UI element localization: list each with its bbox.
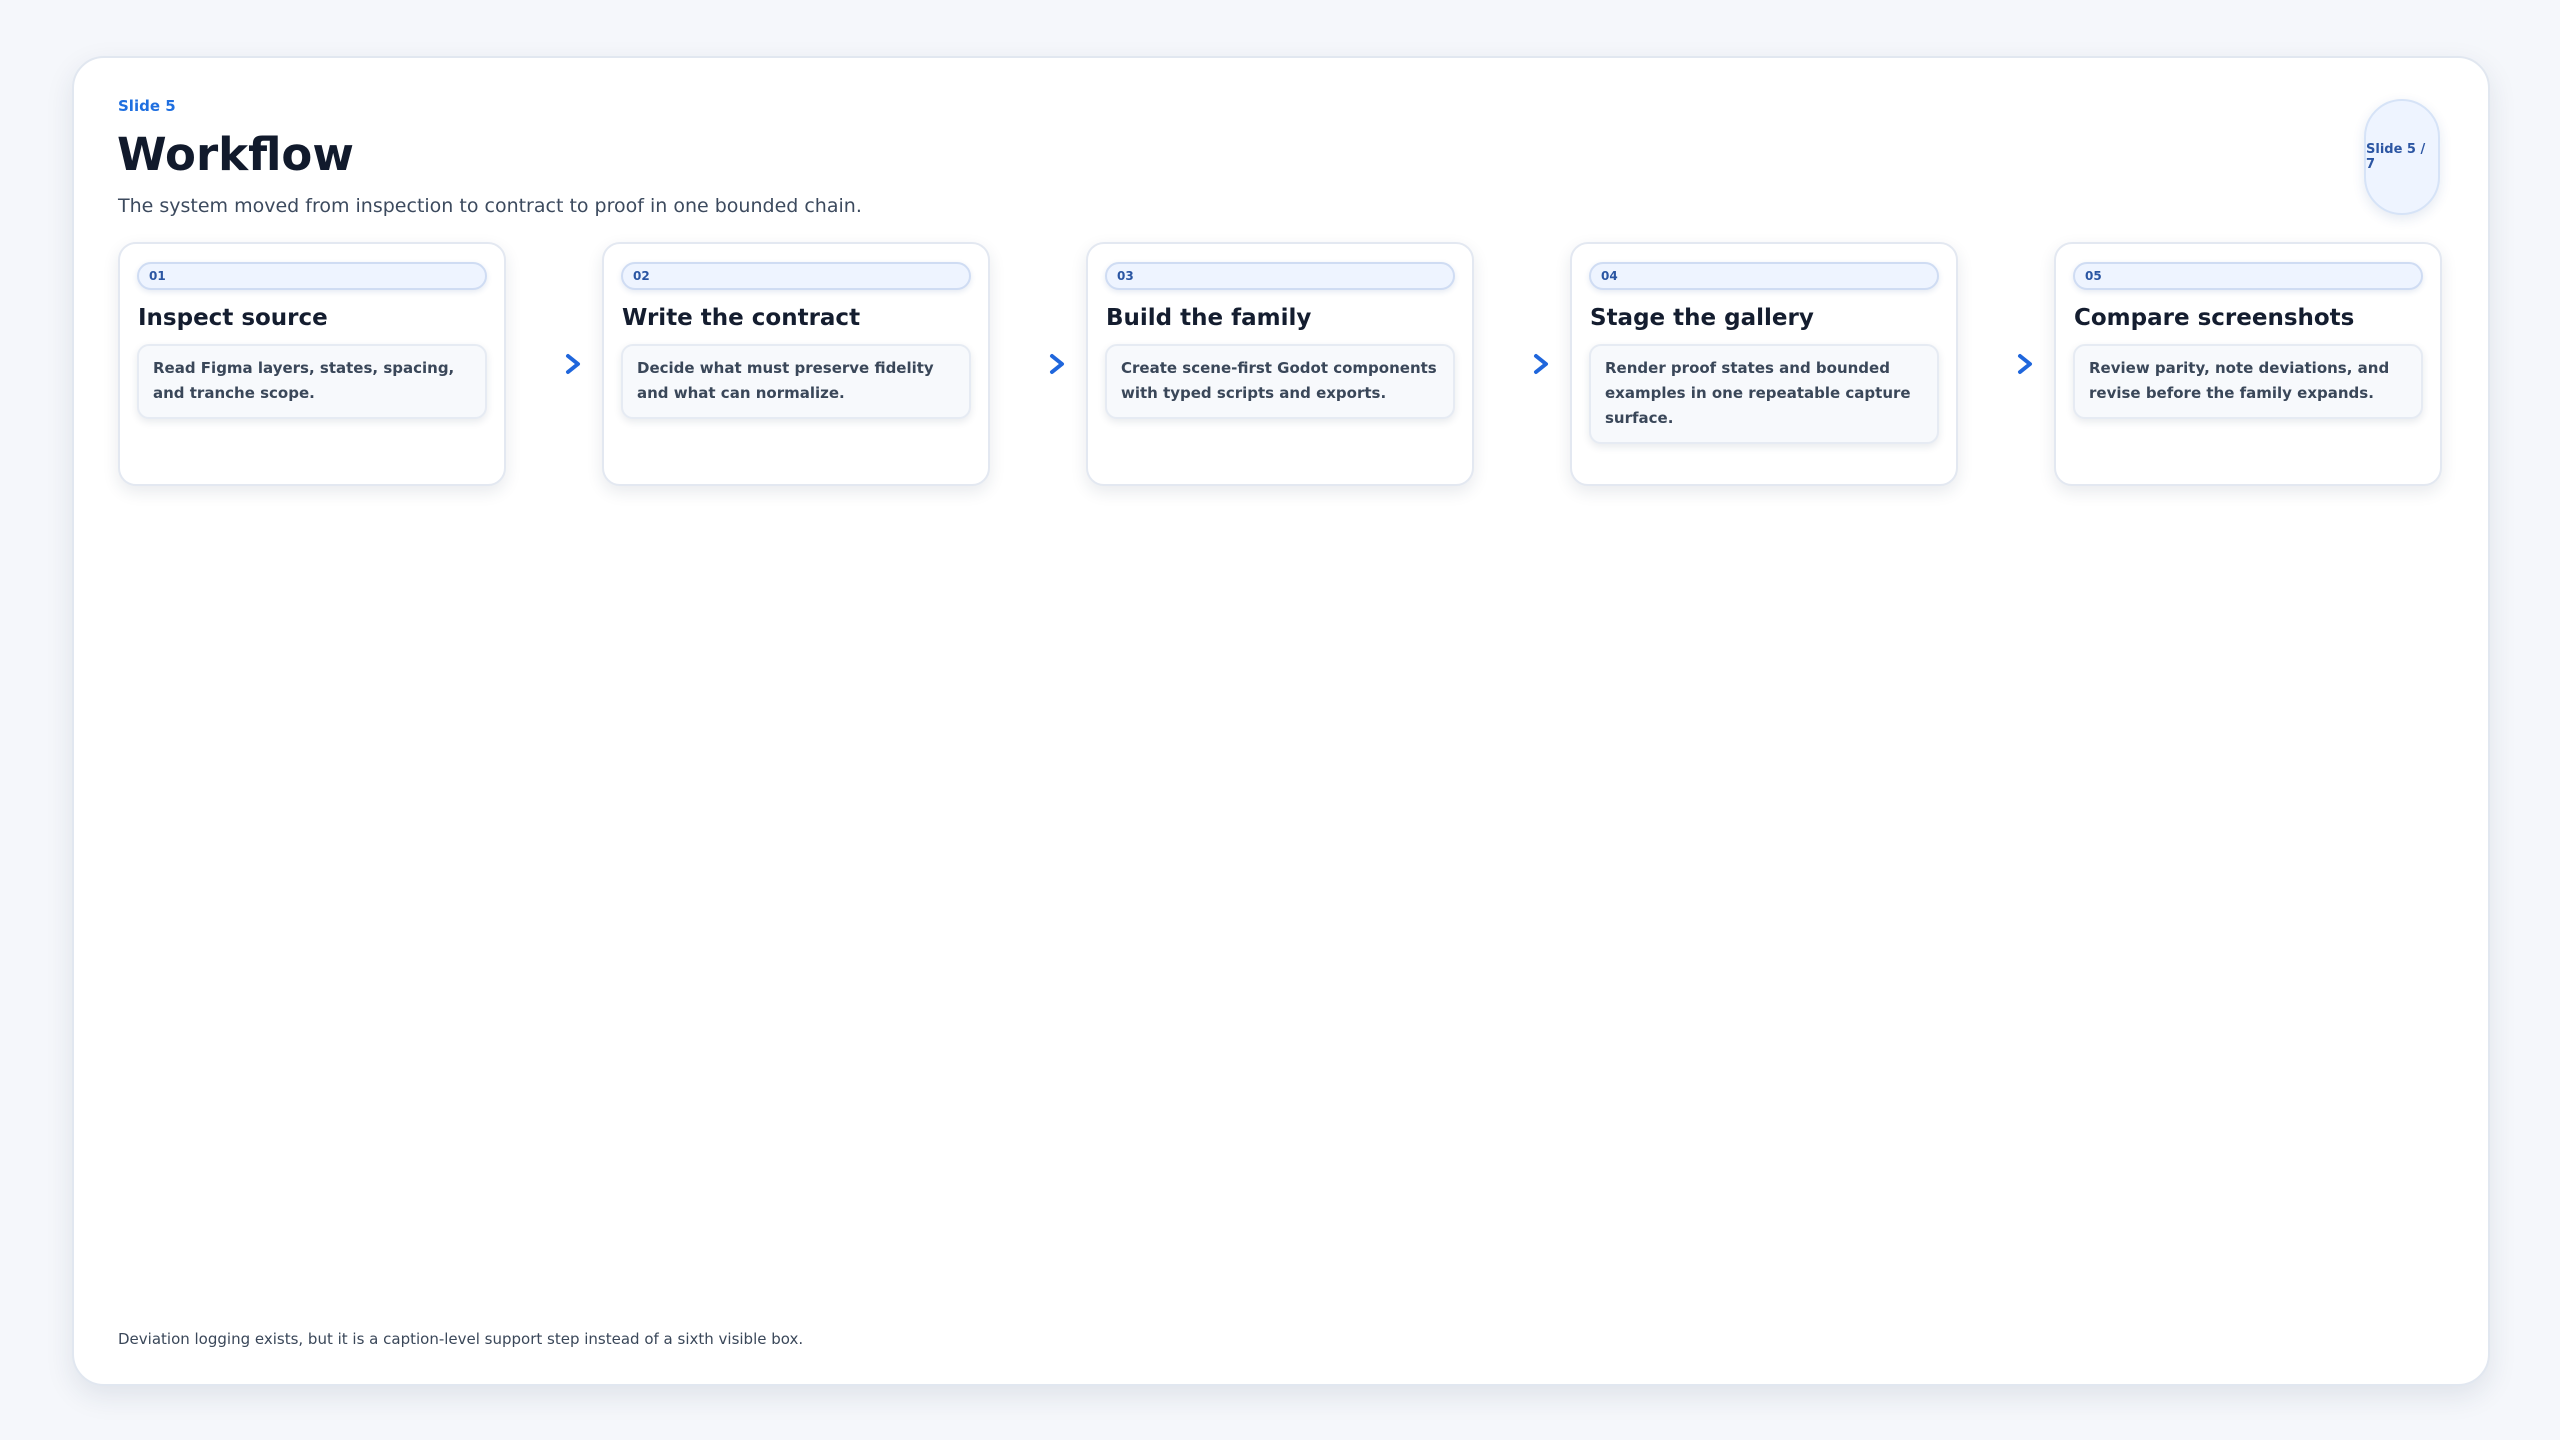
step-number-badge: 01 <box>137 262 487 290</box>
step-number-badge: 05 <box>2073 262 2423 290</box>
workflow-step-card: 04 Stage the gallery Render proof states… <box>1570 242 1958 486</box>
slide-title: Workflow <box>117 128 354 181</box>
step-title: Build the family <box>1106 305 1312 331</box>
arrow-right-icon <box>1008 354 1064 374</box>
workflow-step-card: 02 Write the contract Decide what must p… <box>602 242 990 486</box>
step-description: Review parity, note deviations, and revi… <box>2073 344 2423 419</box>
arrow-right-icon <box>524 354 580 374</box>
workflow-step-card: 05 Compare screenshots Review parity, no… <box>2054 242 2442 486</box>
workflow-step-card: 03 Build the family Create scene-first G… <box>1086 242 1474 486</box>
step-title: Inspect source <box>138 305 328 331</box>
slide-footnote: Deviation logging exists, but it is a ca… <box>118 1330 804 1348</box>
step-number-badge: 02 <box>621 262 971 290</box>
arrow-right-icon <box>1976 354 2032 374</box>
step-title: Write the contract <box>622 305 861 331</box>
step-description: Read Figma layers, states, spacing, and … <box>137 344 487 419</box>
step-title: Stage the gallery <box>1590 305 1814 331</box>
workflow-step-card: 01 Inspect source Read Figma layers, sta… <box>118 242 506 486</box>
step-description: Create scene-first Godot components with… <box>1105 344 1455 419</box>
slide-subtitle: The system moved from inspection to cont… <box>118 195 862 217</box>
slide-counter-badge: Slide 5 / 7 <box>2364 99 2440 215</box>
step-number-badge: 03 <box>1105 262 1455 290</box>
slide-counter-label: Slide 5 / 7 <box>2366 142 2426 172</box>
step-description: Render proof states and bounded examples… <box>1589 344 1939 444</box>
step-title: Compare screenshots <box>2074 305 2355 331</box>
slide-eyebrow: Slide 5 <box>118 97 176 115</box>
step-description: Decide what must preserve fidelity and w… <box>621 344 971 419</box>
arrow-right-icon <box>1492 354 1548 374</box>
step-number-badge: 04 <box>1589 262 1939 290</box>
